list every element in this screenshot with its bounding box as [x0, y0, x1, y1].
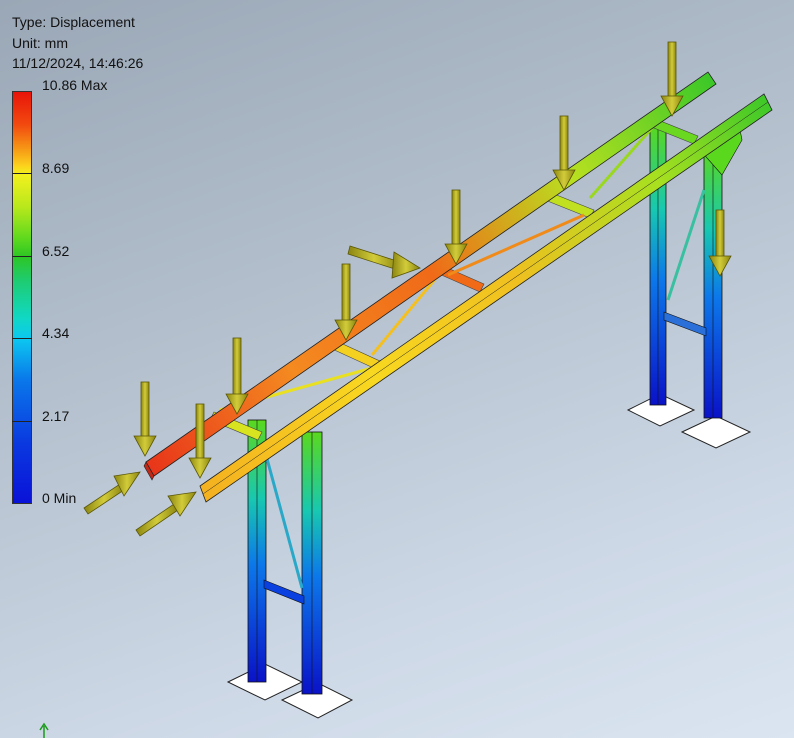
main-beam-rear	[143, 71, 717, 481]
main-beam-front	[199, 93, 773, 503]
cross-members	[209, 115, 699, 441]
coordinate-triad-icon	[39, 722, 49, 738]
model-viewport[interactable]	[0, 0, 794, 738]
